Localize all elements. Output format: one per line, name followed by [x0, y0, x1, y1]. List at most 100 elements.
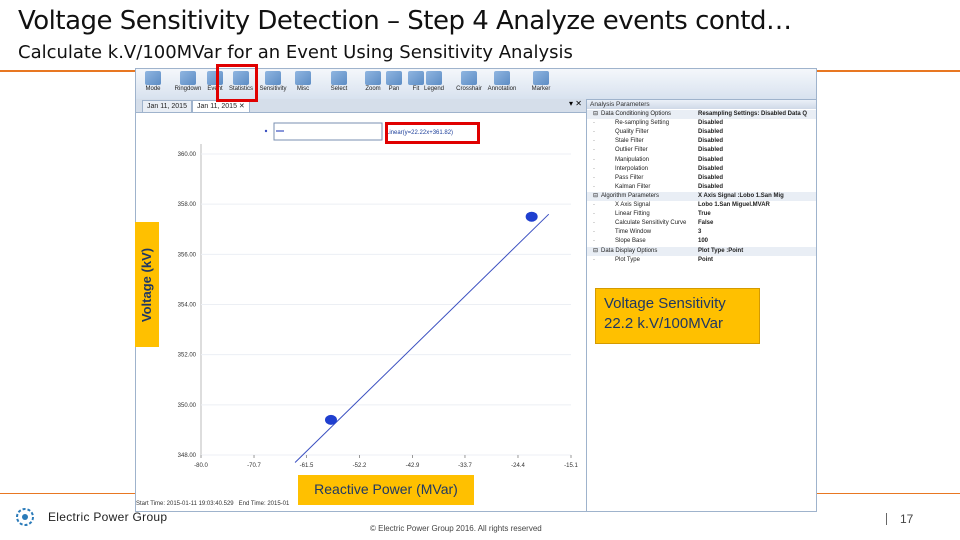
ribbon-button-label: Sensitivity [259, 86, 287, 92]
sensitivity-callout: Voltage Sensitivity 22.2 k.V/100MVar [595, 288, 760, 344]
legend-box [273, 122, 383, 141]
copyright: © Electric Power Group 2016. All rights … [370, 524, 542, 533]
y-tick-label: 358.00 [178, 202, 197, 208]
x-tick-label: -61.5 [300, 463, 314, 469]
ribbon-button-annotation[interactable]: Annotation [487, 71, 517, 98]
param-row[interactable]: ⊟ Algorithm Parameters X Axis Signal :Lobo… [587, 191, 816, 201]
param-key: Linear Fitting [615, 211, 650, 218]
ribbon-button-label: Legend [423, 86, 445, 92]
bullet-icon: · [593, 156, 595, 163]
param-key: Algorithm Parameters [601, 192, 660, 199]
param-key: Data Conditioning Options [601, 111, 672, 117]
accent-divider [815, 493, 960, 494]
param-value: 3 [698, 229, 702, 236]
param-row[interactable]: · Linear Fitting True [587, 210, 816, 219]
param-key: Stale Filter [615, 138, 644, 145]
ribbon-button-misc[interactable]: Misc [288, 71, 318, 98]
param-value: Disabled [698, 120, 724, 127]
param-row[interactable]: · Slope Base 100 [587, 237, 816, 246]
bullet-icon: · [593, 238, 595, 245]
statistics-highlight [216, 64, 258, 102]
param-key: Re-sampling Setting [615, 120, 670, 127]
plot-pane[interactable]: Linear(y=22.22x+361.82) 360.00 358.00 356.0… [136, 113, 586, 511]
param-value: Point [698, 256, 713, 263]
param-value: Plot Type :Point [698, 247, 744, 254]
param-row[interactable]: · Pass Filter Disabled [587, 174, 816, 183]
callout-line-2: 22.2 k.V/100MVar [604, 315, 723, 332]
ribbon-button-crosshair[interactable]: Crosshair [454, 71, 484, 98]
param-row[interactable]: ⊟ Data Conditioning Options Resampling Set… [587, 110, 816, 119]
logo-text: Electric Power Group [48, 510, 168, 524]
bullet-icon: · [593, 202, 595, 208]
mode-icon [145, 71, 161, 85]
ribbon-button-mode[interactable]: Mode [138, 71, 168, 98]
param-row[interactable]: · Quality Filter Disabled [587, 128, 816, 137]
collapse-icon[interactable]: ⊟ [593, 110, 598, 119]
param-row[interactable]: · Stale Filter Disabled [587, 137, 816, 146]
tab-label: Jan 11, 2015 [147, 103, 187, 110]
y-tick-label: 356.00 [178, 252, 197, 258]
param-value: 100 [698, 238, 709, 245]
ribbon-button-label: Mode [145, 86, 161, 92]
bullet-icon: · [593, 174, 595, 181]
bullet-icon: · [593, 165, 595, 172]
y-tick-label: 348.00 [178, 453, 197, 459]
param-key: Calculate Sensitivity Curve [615, 220, 687, 227]
param-value: Disabled [698, 129, 724, 136]
param-key: Kalman Filter [615, 183, 651, 190]
param-key: Manipulation [615, 156, 650, 163]
tab-menu-icon[interactable]: ▾ ✕ [569, 99, 582, 108]
ribbon-button-select[interactable]: Select [324, 71, 354, 98]
collapse-icon[interactable]: ⊟ [593, 247, 598, 256]
accent-divider [0, 493, 135, 494]
collapse-icon[interactable]: ⊟ [593, 192, 598, 201]
pan-icon [386, 71, 402, 85]
x-tick-label: -80.0 [194, 463, 208, 469]
end-time: End Time: 2015-01 [238, 501, 290, 507]
param-row[interactable]: · Outlier Filter Disabled [587, 146, 816, 155]
param-row[interactable]: · X Axis Signal Lobo 1.San Miguel.MVAR [587, 201, 816, 210]
ribbon-button-sensitivity[interactable]: Sensitivity [258, 71, 288, 98]
param-key: Outlier Filter [615, 147, 648, 154]
param-value: False [698, 220, 714, 227]
ribbon-button-label: Marker [531, 86, 551, 92]
tab-jan-11-a[interactable]: Jan 11, 2015 [142, 100, 192, 112]
ribbon-button-legend[interactable]: Legend [419, 71, 449, 98]
param-row[interactable]: · Calculate Sensitivity Curve False [587, 219, 816, 228]
param-key: Pass Filter [615, 174, 644, 181]
bullet-icon: · [593, 183, 595, 190]
bullet-icon: · [593, 256, 595, 263]
param-key: Quality Filter [615, 129, 649, 136]
param-value: True [698, 211, 711, 218]
document-tab-strip: Jan 11, 2015 Jan 11, 2015 ✕ ▾ ✕ [136, 99, 586, 113]
annotation-icon [494, 71, 510, 85]
company-logo [16, 508, 34, 526]
param-row[interactable]: ⊟ Data Display Options Plot Type :Point [587, 246, 816, 256]
close-icon[interactable]: ✕ [239, 103, 245, 110]
start-time: Start Time: 2015-01-11 19:03:40.529 [136, 501, 234, 507]
param-row[interactable]: · Plot Type Point [587, 256, 816, 265]
ribbon-button-label: Misc [296, 86, 310, 92]
misc-icon [295, 71, 311, 85]
scatter-chart[interactable]: Linear(y=22.22x+361.82)360.00358.00356.0… [136, 113, 586, 511]
ribbon-button-marker[interactable]: Marker [526, 71, 556, 98]
param-value: Disabled [698, 165, 724, 172]
legend-icon [426, 71, 442, 85]
page-divider [886, 513, 887, 525]
ribbon-button-ringdown[interactable]: Ringdown [173, 71, 203, 98]
x-tick-label: -70.7 [247, 463, 261, 469]
param-row[interactable]: · Interpolation Disabled [587, 165, 816, 174]
data-point-cluster [525, 211, 538, 222]
x-tick-label: -15.1 [564, 463, 578, 469]
tab-label: Jan 11, 2015 [197, 103, 237, 110]
param-row[interactable]: · Manipulation Disabled [587, 156, 816, 165]
ribbon-button-label: Select [330, 86, 348, 92]
param-key: Interpolation [615, 165, 649, 172]
bullet-icon: · [593, 120, 595, 127]
param-row[interactable]: · Kalman Filter Disabled [587, 183, 816, 192]
param-row[interactable]: · Re-sampling Setting Disabled [587, 119, 816, 128]
accent-divider [0, 70, 135, 72]
crosshair-icon [461, 71, 477, 85]
param-row[interactable]: · Time Window 3 [587, 228, 816, 237]
param-key: X Axis Signal [615, 202, 651, 208]
